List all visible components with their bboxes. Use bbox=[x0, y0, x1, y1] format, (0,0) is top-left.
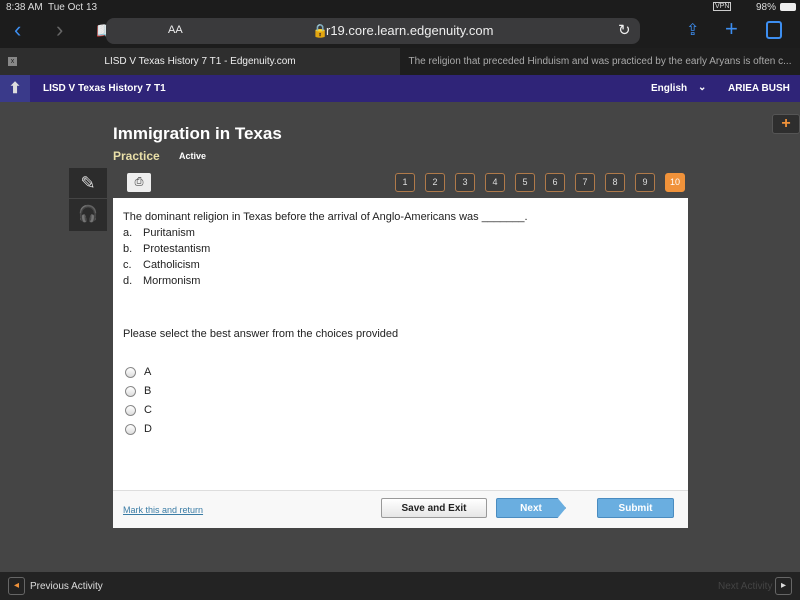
choice-text: Mormonism bbox=[143, 275, 201, 287]
option-label: C bbox=[144, 404, 152, 416]
next-button[interactable]: Next bbox=[496, 498, 566, 518]
question-card: The dominant religion in Texas before th… bbox=[113, 198, 688, 528]
question-number-8[interactable]: 8 bbox=[605, 173, 625, 192]
course-nav: ⬆ LISD V Texas History 7 T1 English ⌄ AR… bbox=[0, 75, 800, 102]
share-icon[interactable]: ⇪ bbox=[686, 20, 699, 40]
question-number-9[interactable]: 9 bbox=[635, 173, 655, 192]
status-bar: 8:38 AM Tue Oct 13 VPN 98% bbox=[0, 0, 800, 15]
tab-bar: x LISD V Texas History 7 T1 - Edgenuity.… bbox=[0, 48, 800, 75]
text-size-button[interactable]: AA bbox=[168, 24, 183, 36]
tab-edgenuity[interactable]: x LISD V Texas History 7 T1 - Edgenuity.… bbox=[0, 48, 400, 75]
print-icon[interactable]: ⎙ bbox=[127, 173, 151, 192]
choice-text: Protestantism bbox=[143, 243, 211, 255]
choice-letter: d. bbox=[123, 275, 133, 287]
pencil-icon[interactable]: ✎ bbox=[69, 168, 107, 198]
choice-letter: a. bbox=[123, 227, 133, 239]
tab-label: The religion that preceded Hinduism and … bbox=[408, 56, 792, 67]
submit-button[interactable]: Submit bbox=[597, 498, 674, 518]
radio-button[interactable] bbox=[125, 366, 136, 378]
mode-label: Practice bbox=[113, 149, 160, 163]
forward-icon[interactable]: › bbox=[56, 17, 63, 43]
url-text[interactable]: r19.core.learn.edgenuity.com bbox=[326, 23, 493, 38]
mark-return-link[interactable]: Mark this and return bbox=[123, 505, 203, 515]
radio-button[interactable] bbox=[125, 404, 136, 416]
previous-activity-link[interactable]: Previous Activity bbox=[30, 581, 103, 592]
answer-choice: c. Catholicism bbox=[123, 259, 200, 271]
chevron-down-icon[interactable]: ⌄ bbox=[698, 82, 706, 93]
headphones-icon[interactable]: 🎧 bbox=[69, 199, 107, 231]
course-title: LISD V Texas History 7 T1 bbox=[43, 83, 166, 94]
save-exit-button[interactable]: Save and Exit bbox=[381, 498, 487, 518]
time: 8:38 AM bbox=[6, 2, 43, 13]
choice-text: Puritanism bbox=[143, 227, 195, 239]
back-icon[interactable]: ‹ bbox=[14, 17, 21, 43]
address-bar[interactable]: AA 🔒 r19.core.learn.edgenuity.com ↻ bbox=[106, 18, 640, 44]
battery-icon bbox=[780, 3, 796, 11]
answer-option-A[interactable]: A bbox=[125, 366, 151, 378]
reload-icon[interactable]: ↻ bbox=[618, 21, 631, 39]
action-bar: Mark this and return Save and Exit Next … bbox=[113, 490, 688, 528]
choice-letter: b. bbox=[123, 243, 133, 255]
home-icon[interactable]: ⬆ bbox=[0, 75, 30, 102]
question-number-3[interactable]: 3 bbox=[455, 173, 475, 192]
previous-arrow-icon[interactable]: ◂ bbox=[8, 577, 25, 595]
radio-button[interactable] bbox=[125, 423, 136, 435]
question-number-5[interactable]: 5 bbox=[515, 173, 535, 192]
answer-option-C[interactable]: C bbox=[125, 404, 152, 416]
option-label: A bbox=[144, 366, 152, 378]
question-number-7[interactable]: 7 bbox=[575, 173, 595, 192]
answer-choice: b. Protestantism bbox=[123, 243, 210, 255]
battery-level: 98% bbox=[756, 2, 777, 13]
question-number-6[interactable]: 6 bbox=[545, 173, 565, 192]
new-tab-icon[interactable]: + bbox=[725, 16, 738, 42]
next-activity-link: Next Activity bbox=[718, 581, 773, 592]
question-number-2[interactable]: 2 bbox=[425, 173, 445, 192]
page-title: Immigration in Texas bbox=[113, 124, 282, 143]
add-icon[interactable]: + bbox=[772, 114, 800, 134]
vpn-badge: VPN bbox=[713, 2, 732, 11]
tab-label: LISD V Texas History 7 T1 - Edgenuity.co… bbox=[104, 56, 296, 67]
user-name[interactable]: ARIEA BUSH bbox=[728, 83, 790, 94]
answer-choice: a. Puritanism bbox=[123, 227, 195, 239]
instruction: Please select the best answer from the c… bbox=[123, 328, 399, 340]
question-number-1[interactable]: 1 bbox=[395, 173, 415, 192]
date: Tue Oct 13 bbox=[48, 2, 98, 13]
option-label: D bbox=[144, 423, 152, 435]
radio-button[interactable] bbox=[125, 385, 136, 397]
answer-option-D[interactable]: D bbox=[125, 423, 152, 435]
answer-choice: d. Mormonism bbox=[123, 275, 200, 287]
tab-search[interactable]: The religion that preceded Hinduism and … bbox=[400, 48, 800, 75]
tabs-icon[interactable] bbox=[766, 21, 782, 39]
next-arrow-icon: ▸ bbox=[775, 577, 792, 595]
close-tab-icon[interactable]: x bbox=[8, 57, 17, 66]
question-number-10[interactable]: 10 bbox=[665, 173, 685, 192]
language-select[interactable]: English bbox=[651, 83, 687, 94]
activity-footer: ◂ Previous Activity Next Activity ▸ bbox=[0, 572, 800, 600]
question-number-4[interactable]: 4 bbox=[485, 173, 505, 192]
choice-letter: c. bbox=[123, 259, 132, 271]
answer-option-B[interactable]: B bbox=[125, 385, 151, 397]
choice-text: Catholicism bbox=[143, 259, 200, 271]
status-label: Active bbox=[179, 151, 207, 161]
question-prompt: The dominant religion in Texas before th… bbox=[123, 211, 528, 223]
option-label: B bbox=[144, 385, 152, 397]
